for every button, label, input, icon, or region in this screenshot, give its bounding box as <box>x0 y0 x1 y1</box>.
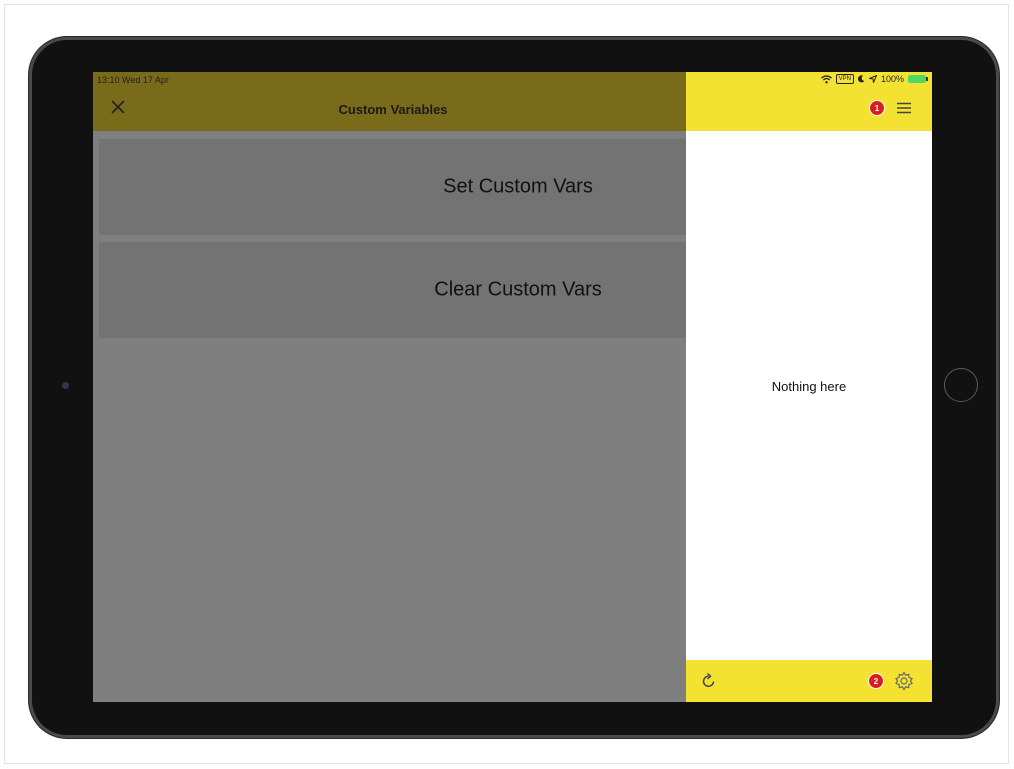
screen: 13:10 Wed 17 Apr Custom Variables Set Cu… <box>93 72 932 702</box>
side-panel: VPN 100% 1 Nothing here 2 <box>686 72 932 702</box>
battery-percent: 100% <box>880 74 904 84</box>
status-time-date: 13:10 Wed 17 Apr <box>97 75 169 85</box>
set-custom-vars-label: Set Custom Vars <box>443 175 593 198</box>
main-panel: 13:10 Wed 17 Apr Custom Variables Set Cu… <box>93 72 686 702</box>
battery-icon <box>908 75 928 83</box>
refresh-icon[interactable] <box>700 672 718 690</box>
home-button[interactable] <box>944 368 978 402</box>
location-icon <box>868 75 877 83</box>
close-icon[interactable] <box>110 99 126 115</box>
side-panel-footer: 2 <box>686 660 932 702</box>
annotation-marker-2: 2 <box>868 673 884 689</box>
front-camera <box>62 382 69 389</box>
clear-custom-vars-label: Clear Custom Vars <box>434 278 602 301</box>
annotation-marker-1: 1 <box>869 100 885 116</box>
menu-icon[interactable] <box>896 102 912 114</box>
set-custom-vars-button[interactable]: Set Custom Vars <box>99 139 686 235</box>
gear-icon[interactable] <box>894 671 914 691</box>
page-title: Custom Variables <box>338 102 448 117</box>
nav-bar: 13:10 Wed 17 Apr Custom Variables <box>93 72 686 131</box>
clear-custom-vars-button[interactable]: Clear Custom Vars <box>99 242 686 338</box>
moon-icon <box>857 75 865 83</box>
side-panel-header: VPN 100% 1 <box>686 72 932 131</box>
vpn-badge: VPN <box>835 74 854 84</box>
empty-state-text: Nothing here <box>771 379 847 394</box>
wifi-icon <box>820 74 832 83</box>
status-indicators: VPN 100% <box>820 74 928 84</box>
